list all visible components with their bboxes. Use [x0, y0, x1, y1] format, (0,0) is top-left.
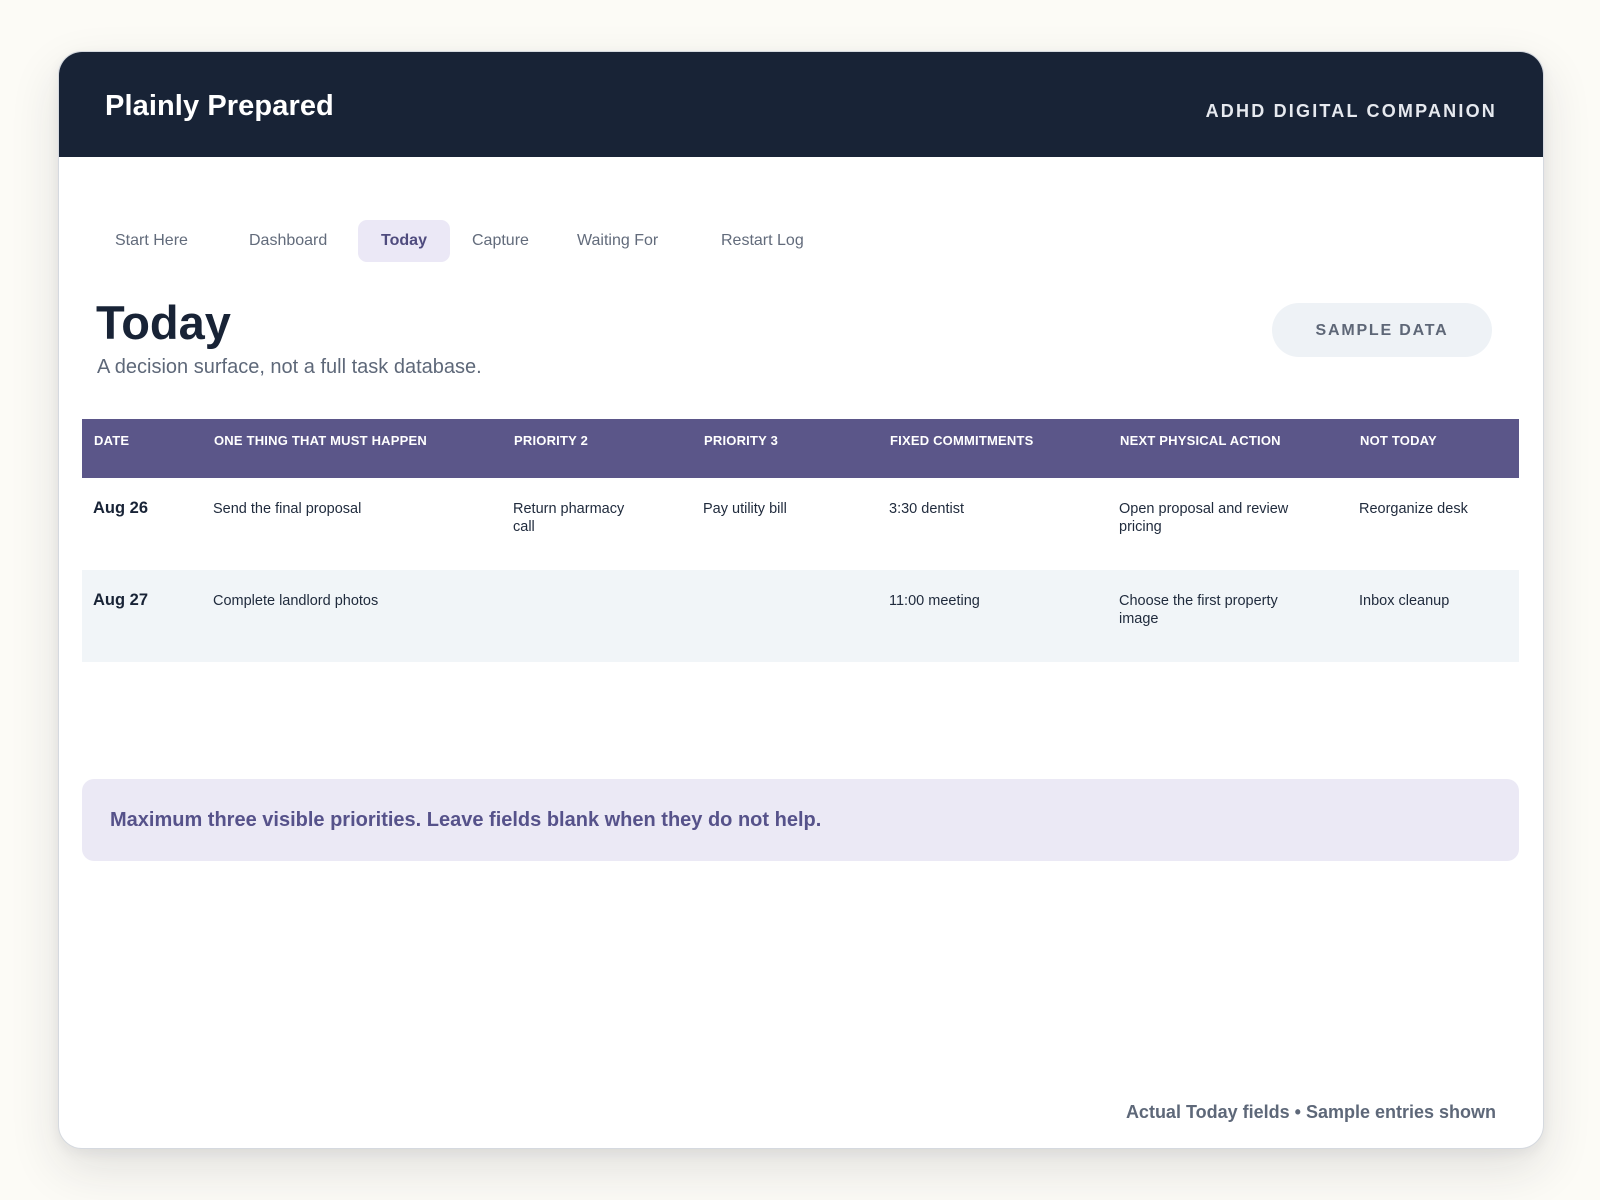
- notice-text: Maximum three visible priorities. Leave …: [110, 809, 822, 831]
- page-title: Today: [96, 296, 231, 349]
- table-row[interactable]: Aug 26 Send the final proposal Return ph…: [82, 478, 1519, 570]
- tab-waiting-for[interactable]: Waiting For: [563, 220, 672, 262]
- cell-next-action: Open proposal and review pricing: [1119, 501, 1289, 535]
- cell-next-action: Choose the first property image: [1119, 593, 1278, 627]
- cell-must-happen: Complete landlord photos: [213, 593, 379, 609]
- table-header: DATE ONE THING THAT MUST HAPPEN PRIORITY…: [82, 419, 1519, 478]
- priorities-notice: Maximum three visible priorities. Leave …: [82, 779, 1519, 861]
- table-row[interactable]: Aug 27 Complete landlord photos 11:00 me…: [82, 570, 1519, 662]
- cell-priority-3: Pay utility bill: [703, 501, 787, 517]
- cell-not-today: Reorganize desk: [1359, 501, 1468, 517]
- tab-start-here[interactable]: Start Here: [101, 220, 202, 262]
- column-header-not-today: NOT TODAY: [1360, 433, 1437, 448]
- column-header-fixed-commitments: FIXED COMMITMENTS: [890, 433, 1034, 448]
- column-header-next-action: NEXT PHYSICAL ACTION: [1120, 433, 1281, 448]
- column-header-must-happen: ONE THING THAT MUST HAPPEN: [214, 433, 427, 448]
- tab-restart-log[interactable]: Restart Log: [707, 220, 818, 262]
- cell-priority-2: Return pharmacy call: [513, 501, 625, 535]
- cell-not-today: Inbox cleanup: [1359, 593, 1450, 609]
- cell-date: Aug 26: [93, 499, 149, 517]
- app-header: Plainly Prepared ADHD DIGITAL COMPANION: [59, 52, 1543, 157]
- tab-capture[interactable]: Capture: [458, 220, 543, 262]
- column-header-date: DATE: [94, 433, 130, 448]
- sample-data-badge: SAMPLE DATA: [1272, 303, 1492, 357]
- app-title: Plainly Prepared: [105, 90, 334, 122]
- cell-fixed-commitments: 3:30 dentist: [889, 501, 964, 517]
- app-tagline: ADHD DIGITAL COMPANION: [1205, 101, 1497, 121]
- cell-fixed-commitments: 11:00 meeting: [889, 593, 980, 609]
- column-header-priority-2: PRIORITY 2: [514, 433, 589, 448]
- tab-dashboard[interactable]: Dashboard: [235, 220, 341, 262]
- column-header-priority-3: PRIORITY 3: [704, 433, 779, 448]
- page-subtitle: A decision surface, not a full task data…: [97, 356, 482, 378]
- cell-date: Aug 27: [93, 591, 149, 609]
- app-window: Plainly Prepared ADHD DIGITAL COMPANION …: [58, 51, 1544, 1149]
- footer-note: Actual Today fields • Sample entries sho…: [1125, 1102, 1496, 1122]
- today-table: DATE ONE THING THAT MUST HAPPEN PRIORITY…: [82, 419, 1519, 662]
- cell-must-happen: Send the final proposal: [213, 501, 362, 517]
- tab-today[interactable]: Today: [358, 220, 450, 262]
